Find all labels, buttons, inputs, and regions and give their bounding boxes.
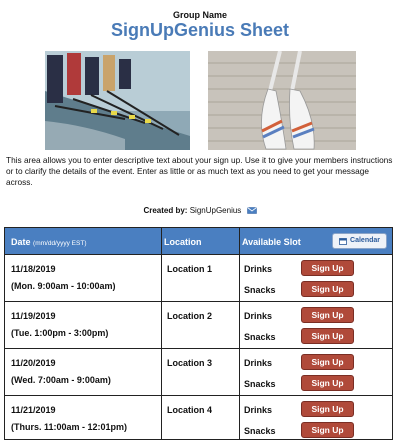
date-header-label: Date <box>11 237 31 247</box>
signup-sheet-page: Group Name SignUpGenius Sheet This area … <box>0 0 400 443</box>
table-row: 11/19/2019 (Tue. 1:00pm - 3:00pm) Locati… <box>5 301 392 348</box>
sign-up-button[interactable]: Sign Up <box>301 375 354 391</box>
column-divider <box>161 302 162 348</box>
group-name: Group Name <box>172 10 227 20</box>
signup-table: Date (mm/dd/yyyy EST) Location Available… <box>4 227 393 440</box>
slot-item-name: Drinks <box>244 358 273 368</box>
calendar-button-label: Calendar <box>350 237 380 244</box>
column-divider <box>161 349 162 395</box>
rowing-team-photo <box>45 51 190 150</box>
calendar-icon <box>339 237 347 245</box>
slot-time: (Mon. 9:00am - 10:00am) <box>11 281 116 291</box>
table-header: Date (mm/dd/yyyy EST) Location Available… <box>5 228 392 254</box>
slot-date: 11/21/2019 <box>11 405 56 415</box>
created-by: Created by: SignUpGenius <box>0 206 400 215</box>
slot-column-header: Available Slot <box>242 237 301 247</box>
slot-item-name: Snacks <box>244 285 276 295</box>
calendar-button[interactable]: Calendar <box>332 233 387 249</box>
table-row: 11/21/2019 (Thurs. 11:00am - 12:01pm) Lo… <box>5 395 392 439</box>
column-divider <box>161 396 162 439</box>
sign-up-button[interactable]: Sign Up <box>301 281 354 297</box>
slot-item-name: Drinks <box>244 311 273 321</box>
slot-date: 11/19/2019 <box>11 311 56 321</box>
column-divider <box>239 255 240 301</box>
slot-item-name: Drinks <box>244 264 273 274</box>
creator-name: SignUpGenius <box>189 206 242 215</box>
sign-up-button[interactable]: Sign Up <box>301 401 354 417</box>
sign-up-button[interactable]: Sign Up <box>301 422 354 438</box>
slot-item-name: Drinks <box>244 405 273 415</box>
header-divider <box>161 228 162 254</box>
date-column-header: Date (mm/dd/yyyy EST) <box>11 237 86 247</box>
sign-up-button[interactable]: Sign Up <box>301 328 354 344</box>
slot-location: Location 3 <box>167 358 213 368</box>
column-divider <box>239 302 240 348</box>
table-row: 11/20/2019 (Wed. 7:00am - 9:00am) Locati… <box>5 348 392 395</box>
slot-time: (Wed. 7:00am - 9:00am) <box>11 375 111 385</box>
column-divider <box>239 349 240 395</box>
table-row: 11/18/2019 (Mon. 9:00am - 10:00am) Locat… <box>5 254 392 301</box>
sheet-title: SignUpGenius Sheet <box>110 20 290 40</box>
oars-on-dock-photo <box>208 51 356 150</box>
date-format-label: (mm/dd/yyyy EST) <box>33 240 87 247</box>
mail-icon[interactable] <box>246 207 257 215</box>
sign-up-button[interactable]: Sign Up <box>301 354 354 370</box>
slot-item-name: Snacks <box>244 379 276 389</box>
slot-item-name: Snacks <box>244 426 276 436</box>
created-by-label: Created by: <box>143 206 188 215</box>
location-column-header: Location <box>164 237 202 247</box>
slot-date: 11/20/2019 <box>11 358 56 368</box>
slot-item-name: Snacks <box>244 332 276 342</box>
slot-location: Location 2 <box>167 311 213 321</box>
sign-up-button[interactable]: Sign Up <box>301 307 354 323</box>
slot-time: (Tue. 1:00pm - 3:00pm) <box>11 328 109 338</box>
slot-location: Location 1 <box>167 264 213 274</box>
column-divider <box>239 396 240 439</box>
slot-location: Location 4 <box>167 405 213 415</box>
column-divider <box>161 255 162 301</box>
sign-up-button[interactable]: Sign Up <box>301 260 354 276</box>
header-divider <box>239 228 240 254</box>
sheet-description: This area allows you to enter descriptiv… <box>6 155 393 187</box>
slot-time: (Thurs. 11:00am - 12:01pm) <box>11 422 128 432</box>
slot-date: 11/18/2019 <box>11 264 56 274</box>
